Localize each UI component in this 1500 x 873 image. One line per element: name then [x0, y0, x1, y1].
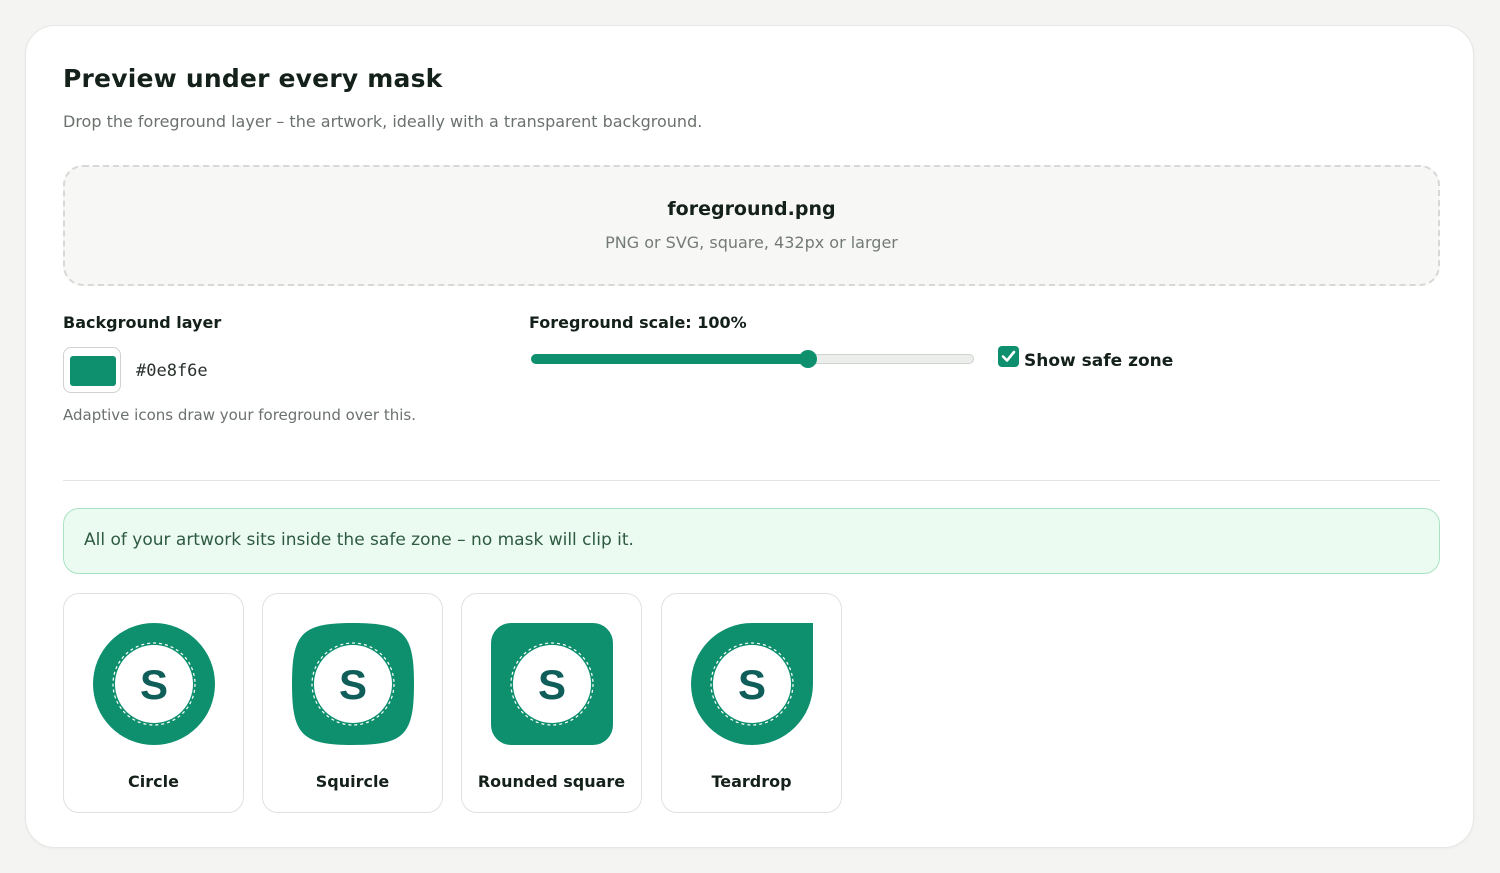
- foreground-scale-slider[interactable]: [531, 350, 974, 370]
- dropzone-hint: PNG or SVG, square, 432px or larger: [605, 233, 898, 252]
- mask-glyph: S: [339, 661, 367, 708]
- mask-card-rounded-square[interactable]: S Rounded square: [461, 593, 642, 813]
- show-safe-zone-label[interactable]: Show safe zone: [1024, 351, 1173, 371]
- background-layer-label: Background layer: [63, 313, 222, 332]
- teardrop-mask-icon: S: [691, 623, 813, 745]
- mask-card-circle[interactable]: S Circle: [63, 593, 244, 813]
- mask-glyph: S: [538, 661, 566, 708]
- circle-mask-icon: S: [93, 623, 215, 745]
- slider-fill: [531, 354, 808, 364]
- page-subtitle: Drop the foreground layer – the artwork,…: [63, 112, 703, 131]
- mask-card-squircle[interactable]: S Squircle: [262, 593, 443, 813]
- mask-card-teardrop[interactable]: S Teardrop: [661, 593, 842, 813]
- foreground-scale-label: Foreground scale: 100%: [529, 313, 747, 332]
- mask-preview-card: Preview under every mask Drop the foregr…: [25, 25, 1474, 848]
- dropzone-filename: foreground.png: [667, 198, 836, 220]
- safe-zone-notice-text: All of your artwork sits inside the safe…: [84, 530, 634, 550]
- rounded-square-mask-icon: S: [491, 623, 613, 745]
- show-safe-zone-checkbox[interactable]: [998, 346, 1019, 367]
- background-color-picker[interactable]: [63, 347, 121, 393]
- slider-thumb[interactable]: [798, 350, 817, 368]
- squircle-mask-icon: S: [292, 623, 414, 745]
- background-helper-text: Adaptive icons draw your foreground over…: [63, 406, 416, 424]
- background-hex-value: #0e8f6e: [136, 361, 208, 381]
- mask-label-circle: Circle: [128, 772, 179, 791]
- safe-zone-notice: All of your artwork sits inside the safe…: [63, 508, 1440, 574]
- foreground-dropzone[interactable]: foreground.png PNG or SVG, square, 432px…: [63, 165, 1440, 286]
- page-title: Preview under every mask: [63, 64, 443, 93]
- checkmark-icon: [1001, 350, 1016, 362]
- mask-label-rounded-square: Rounded square: [477, 772, 626, 791]
- mask-glyph: S: [738, 661, 766, 708]
- mask-label-squircle: Squircle: [315, 772, 390, 791]
- mask-label-teardrop: Teardrop: [711, 772, 792, 791]
- mask-glyph: S: [140, 661, 168, 708]
- background-color-swatch: [70, 356, 116, 386]
- section-divider: [63, 480, 1440, 481]
